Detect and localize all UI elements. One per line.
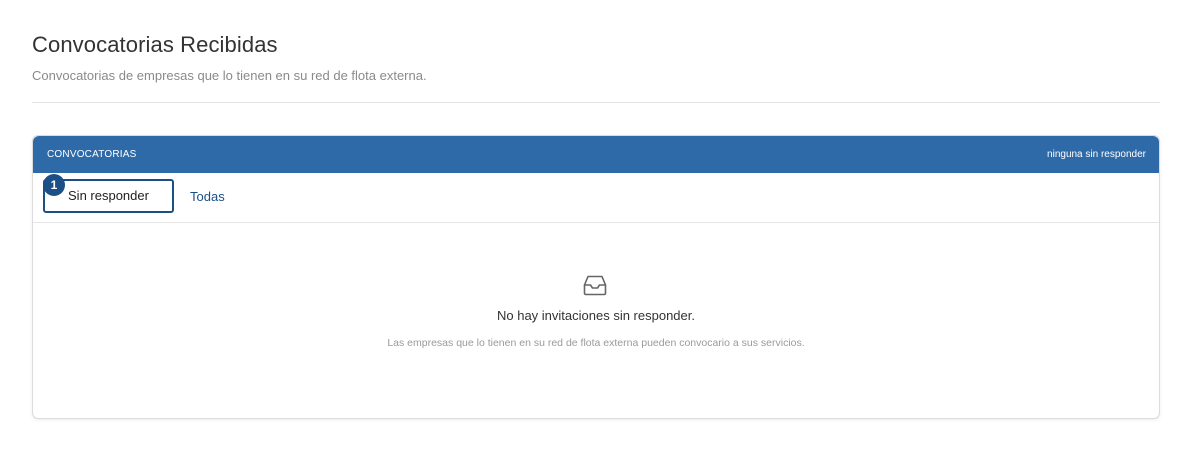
tab-step-badge: 1 <box>43 174 65 196</box>
page: Convocatorias Recibidas Convocatorias de… <box>0 0 1192 462</box>
panel-header-status: ninguna sin responder <box>1047 149 1146 160</box>
tab-sin-responder[interactable]: 1 Sin responder <box>43 174 174 213</box>
tab-todas[interactable]: Todas <box>190 189 225 204</box>
page-subtitle: Convocatorias de empresas que lo tienen … <box>32 68 427 83</box>
empty-state-description: Las empresas que lo tienen en su red de … <box>387 337 805 349</box>
panel-header-title: CONVOCATORIAS <box>47 149 137 160</box>
convocatorias-panel: CONVOCATORIAS ninguna sin responder 1 Si… <box>32 135 1160 419</box>
divider <box>32 102 1160 103</box>
page-title: Convocatorias Recibidas <box>32 32 278 57</box>
tab-sin-responder-label: Sin responder <box>68 188 149 203</box>
inbox-icon <box>583 275 607 296</box>
empty-state-title: No hay invitaciones sin responder. <box>496 308 695 323</box>
panel-header: CONVOCATORIAS ninguna sin responder <box>33 136 1159 173</box>
tabs-bar: 1 Sin responder Todas <box>33 173 1159 223</box>
